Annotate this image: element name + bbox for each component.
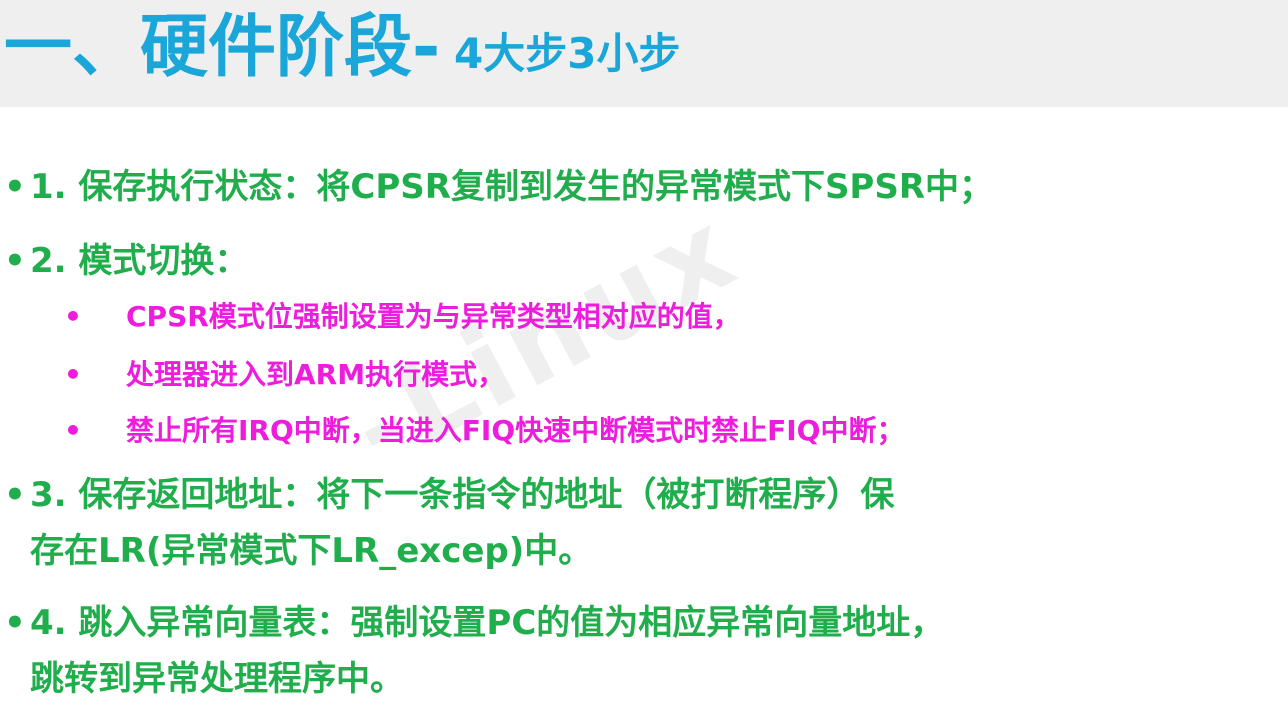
bullet-3-text-line1: 3. 保存返回地址：将下一条指令的地址（被打断程序）保: [30, 475, 895, 515]
sub-bullet-2: • 处理器进入到ARM执行模式，: [64, 356, 505, 394]
bullet-4: • 4. 跳入异常向量表：强制设置PC的值为相应异常向量地址，: [4, 600, 944, 646]
sub-bullet-2-text: 处理器进入到ARM执行模式，: [126, 358, 506, 391]
bullet-dot: •: [4, 603, 26, 643]
bullet-dot: •: [64, 358, 82, 391]
bullet-2: • 2. 模式切换：: [4, 238, 248, 284]
bullet-3-continuation: 存在LR(异常模式下LR_excep)中。: [30, 528, 592, 574]
bullet-2-text: 2. 模式切换：: [30, 241, 249, 281]
title-bar: 一、硬件阶段- 4大步3小步: [0, 0, 1288, 107]
bullet-1: • 1. 保存执行状态：将CPSR复制到发生的异常模式下SPSR中；: [4, 164, 993, 210]
bullet-dot: •: [4, 167, 26, 207]
bullet-1-text: 1. 保存执行状态：将CPSR复制到发生的异常模式下SPSR中；: [30, 167, 994, 207]
bullet-4-text-line1: 4. 跳入异常向量表：强制设置PC的值为相应异常向量地址，: [30, 603, 945, 643]
bullet-4-text-line2: 跳转到异常处理程序中。: [30, 659, 404, 699]
slide: 一、硬件阶段- 4大步3小步 -Linux • 1. 保存执行状态：将CPSR复制…: [0, 0, 1288, 723]
bullet-dot: •: [64, 414, 82, 447]
bullet-dot: •: [4, 241, 26, 281]
slide-title: 一、硬件阶段-: [4, 8, 441, 87]
sub-bullet-3-text: 禁止所有IRQ中断，当进入FIQ快速中断模式时禁止FIQ中断；: [126, 414, 905, 447]
slide-subtitle: 4大步3小步: [454, 29, 681, 78]
bullet-3-text-line2: 存在LR(异常模式下LR_excep)中。: [30, 531, 593, 571]
bullet-dot: •: [64, 300, 82, 333]
bullet-dot: •: [4, 475, 26, 515]
bullet-4-continuation: 跳转到异常处理程序中。: [30, 656, 404, 702]
bullet-3: • 3. 保存返回地址：将下一条指令的地址（被打断程序）保: [4, 472, 894, 518]
sub-bullet-3: • 禁止所有IRQ中断，当进入FIQ快速中断模式时禁止FIQ中断；: [64, 412, 904, 450]
sub-bullet-1: • CPSR模式位强制设置为与异常类型相对应的值，: [64, 298, 741, 336]
sub-bullet-1-text: CPSR模式位强制设置为与异常类型相对应的值，: [126, 300, 741, 333]
